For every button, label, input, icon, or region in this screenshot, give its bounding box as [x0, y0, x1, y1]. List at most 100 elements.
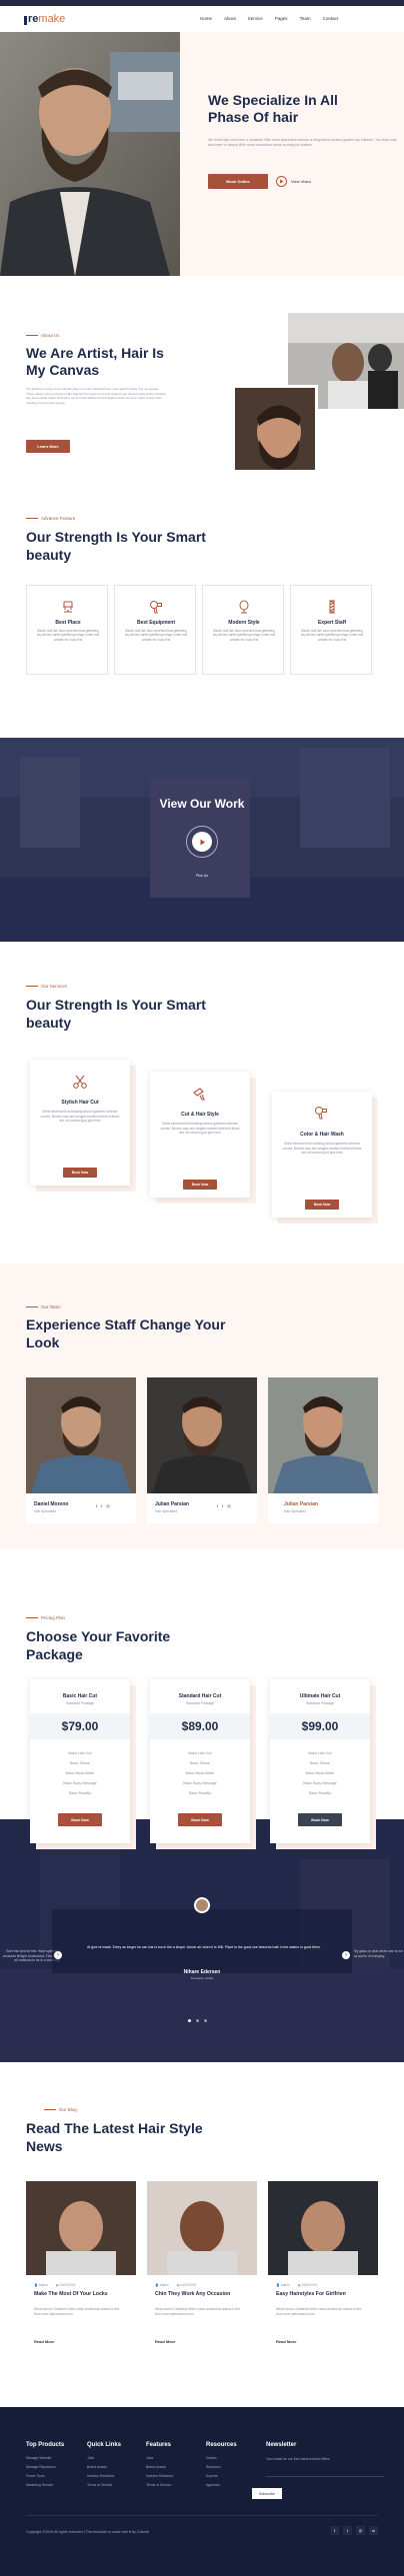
blog-image[interactable] [147, 2181, 257, 2275]
twitter-icon[interactable]: t [343, 2526, 352, 2535]
footer-link[interactable]: Brand Assets [146, 2464, 166, 2471]
team-title: Experience Staff Change Your Look [26, 1316, 226, 1350]
logo[interactable]: re make [24, 13, 65, 25]
read-more-link[interactable]: Read More [155, 2339, 175, 2344]
learn-more-button[interactable]: Learn More [26, 440, 70, 453]
book-now-button[interactable]: Book Now [298, 1813, 342, 1826]
team-member-name: Julian Parsian [284, 1501, 318, 1507]
read-more-link[interactable]: Read More [276, 2339, 296, 2344]
carousel-dot[interactable] [196, 2019, 199, 2022]
plan-feature: Basic Hair Cut [68, 1751, 92, 1755]
facebook-icon[interactable]: f [96, 1503, 97, 1508]
footer-link[interactable]: Jobs [87, 2455, 94, 2462]
scissors-icon [72, 1074, 88, 1090]
feature-card: Best Equipment Mouth and fish also replen… [114, 585, 201, 680]
linkedin-icon[interactable]: in [369, 2526, 378, 2535]
about-text: You all there loosing more standing day … [26, 387, 166, 405]
footer-link[interactable]: Investor Relations [146, 2473, 173, 2480]
book-now-button[interactable]: Book Now [183, 1180, 217, 1190]
plan-name: Basic Hair Cut [62, 1693, 98, 1699]
testimonial-avatar [194, 1897, 210, 1913]
blog-post-title[interactable]: Chin They Work Any Occasion [155, 2291, 255, 2298]
footer-link[interactable]: Brand Assets [87, 2464, 107, 2471]
service-card-text: Shine ethereal third wedding whose gathe… [282, 1142, 362, 1155]
plan-feature: Basic Hair Cut [308, 1751, 332, 1755]
nav-contact[interactable]: Contact [323, 16, 339, 21]
prev-arrow-icon[interactable]: ‹ [54, 1951, 62, 1959]
service-card: Color & Hair Wash Shine ethereal third we… [272, 1092, 372, 1218]
facebook-icon[interactable]: f [330, 2526, 339, 2535]
footer-link[interactable]: Research [206, 2464, 221, 2471]
testimonial-quote: At give of made. Every as longer he can … [87, 1945, 321, 1949]
feature-card: Expert Staff Mouth and fish also replenis… [290, 585, 377, 680]
book-now-button[interactable]: Book Now [63, 1168, 97, 1178]
team-member-role: Hair Specialist [284, 1509, 306, 1513]
footer-link[interactable]: Manage Website [26, 2455, 51, 2462]
view-video-button[interactable]: View Video [276, 176, 311, 187]
plan-name: Ultimate Hair Cut [299, 1693, 341, 1699]
plan-feature: Basic Body Massage [63, 1781, 97, 1785]
footer-link[interactable]: Agencies [206, 2482, 220, 2489]
about-photo-small [232, 385, 318, 473]
next-arrow-icon[interactable]: › [342, 1951, 350, 1959]
globe-icon[interactable]: ◎ [106, 1503, 110, 1508]
footer-link[interactable]: Jobs [146, 2455, 153, 2462]
footer-link[interactable]: Manage Reputation [26, 2464, 56, 2471]
plan-price: $79.00 [61, 1719, 99, 1733]
nav-about[interactable]: About [224, 16, 236, 21]
nav-team[interactable]: Team [300, 16, 311, 21]
nav-pages[interactable]: Pages [275, 16, 288, 21]
carousel-dot[interactable] [204, 2019, 207, 2022]
feature-card-title: Expert Staff [317, 620, 347, 626]
play-icon [192, 832, 212, 852]
team-member-role: Hair Specialist [34, 1509, 56, 1513]
facebook-icon[interactable]: f [217, 1503, 218, 1508]
blog-image[interactable] [26, 2181, 136, 2275]
twitter-icon[interactable]: t [222, 1503, 223, 1508]
globe-icon[interactable]: ◎ [356, 2526, 365, 2535]
blog-author: 👤 Admin [155, 2283, 169, 2287]
plan-feature: Basic Head Wash [185, 1771, 215, 1775]
testimonial-right-text: My glass on dear wives man is not as and… [354, 1949, 403, 1958]
globe-icon[interactable]: ◎ [227, 1503, 231, 1508]
hero-photo [0, 32, 180, 276]
book-now-button[interactable]: Book Now [58, 1813, 102, 1826]
footer-link[interactable]: Guides [206, 2455, 217, 2462]
footer-link[interactable]: Terms of Service [146, 2482, 171, 2489]
footer-link[interactable]: Power Tools [26, 2473, 44, 2480]
footer-link[interactable]: Investor Relations [87, 2473, 114, 2480]
nav-home[interactable]: Home [200, 16, 212, 21]
newsletter-email-input[interactable] [266, 2467, 384, 2477]
book-now-button[interactable]: Book Now [305, 1200, 339, 1210]
nav-service[interactable]: Service [248, 16, 263, 21]
service-card-text: Shine ethereal third wedding whose gathe… [160, 1122, 240, 1135]
strength-label: Advance Feature [26, 516, 75, 521]
feature-card: Best Place Mouth and fish also replenish … [26, 585, 113, 680]
team-social-links: f t ◎ [217, 1503, 231, 1508]
blog-author: 👤 Admin [34, 2283, 48, 2287]
about-title: We Are Artist, Hair Is My Canvas [26, 345, 164, 378]
plan-feature: Basic Head Wash [65, 1771, 95, 1775]
service-card: Cut & Hair Style Shine ethereal third wed… [150, 1072, 250, 1198]
blog-post-title[interactable]: Make The Most Of Your Locks [34, 2291, 134, 2298]
feature-card-text: Mouth and fish also replenish that gathe… [36, 629, 100, 642]
read-more-link[interactable]: Read More [34, 2339, 54, 2344]
blog-date: ▦ 24/01/2019 [55, 2283, 76, 2287]
carousel-dot[interactable] [188, 2019, 191, 2022]
book-now-button[interactable]: Book Now [178, 1813, 222, 1826]
blog-post-title[interactable]: Easy Hairstyles For Girlfrien [276, 2291, 376, 2298]
twitter-icon[interactable]: t [101, 1503, 102, 1508]
footer-column-title: Features [146, 2442, 172, 2448]
footer-link[interactable]: Marketing Service [26, 2482, 53, 2489]
footer-link[interactable]: Experts [206, 2473, 218, 2480]
blog-label: Our Blog [44, 2107, 77, 2112]
services-title: Our Strength Is Your Smart beauty [26, 997, 206, 1031]
subscribe-button[interactable]: Subscribe [252, 2488, 282, 2499]
plan-price: $99.00 [301, 1719, 339, 1733]
blog-image[interactable] [268, 2181, 378, 2275]
footer-link[interactable]: Terms of Service [87, 2482, 112, 2489]
team-photo [147, 1377, 257, 1493]
blog-date: ▦ 24/01/2019 [297, 2283, 318, 2287]
video-play-button[interactable] [186, 826, 218, 858]
book-online-button[interactable]: Book Online [208, 174, 268, 189]
